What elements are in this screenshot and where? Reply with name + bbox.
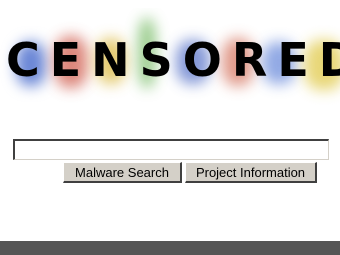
search-input[interactable] [13, 139, 329, 160]
malware-search-button[interactable]: Malware Search [63, 162, 182, 183]
censored-overlay-text: CENSORED [6, 33, 340, 87]
project-information-button[interactable]: Project Information [185, 162, 317, 183]
bottom-bar [0, 241, 340, 255]
page: CENSORED Malware Search Project Informat… [0, 0, 340, 255]
